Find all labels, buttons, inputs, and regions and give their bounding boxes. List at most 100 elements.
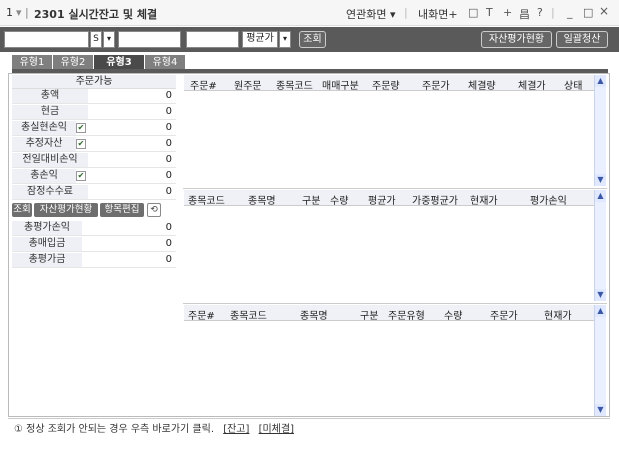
scroll-down-icon[interactable]: ▼ (595, 174, 606, 186)
unfilled-link[interactable]: [미체결] (259, 424, 294, 435)
col-order-no[interactable]: 주문# (190, 77, 217, 92)
col-avg-price[interactable]: 평균가 (368, 192, 396, 207)
col-code[interactable]: 종목코드 (230, 307, 267, 322)
value-day-pnl: 0 (165, 154, 172, 165)
col-side[interactable]: 구분 (302, 192, 320, 207)
add-icon[interactable]: + (503, 6, 512, 19)
total-pnl-checkbox[interactable]: ✔ (76, 171, 86, 181)
col-weighted-avg[interactable]: 가중평균가 (412, 192, 458, 207)
value-est-assets: 0 (165, 138, 172, 149)
settings-icon[interactable]: ⟲ (147, 203, 161, 217)
scroll-up-icon[interactable]: ▲ (595, 305, 606, 317)
status-footer: ① 정상 조회가 안되는 경우 우측 바로가기 클릭. [잔고] [미체결] (8, 418, 610, 440)
realized-pnl-checkbox[interactable]: ✔ (76, 123, 86, 133)
scroll-up-icon[interactable]: ▲ (595, 75, 606, 87)
summary-row-total-purchase: 총매입금 0 (12, 237, 176, 252)
label-realized-pnl: 총실현손익 (12, 121, 76, 135)
est-assets-checkbox[interactable]: ✔ (76, 139, 86, 149)
col-exec-qty[interactable]: 체결량 (468, 77, 496, 92)
password-input[interactable] (118, 31, 181, 48)
minimize-icon[interactable]: _ (567, 6, 573, 19)
col-name[interactable]: 종목명 (248, 192, 276, 207)
col-trade-type[interactable]: 매매구분 (322, 77, 359, 92)
tab-type2[interactable]: 유형2 (53, 55, 93, 70)
value-realized-pnl: 0 (165, 122, 172, 133)
help-icon[interactable]: ? (537, 6, 543, 19)
maximize-icon[interactable]: □ (583, 6, 593, 19)
summary-row-day-pnl: 전일대비손익 0 (12, 153, 176, 168)
grid-divider (183, 303, 607, 304)
col-name[interactable]: 종목명 (300, 307, 328, 322)
account-suffix-select[interactable]: S (90, 31, 102, 48)
executions-scrollbar[interactable]: ▲ ▼ (594, 75, 606, 186)
col-orig-order[interactable]: 원주문 (234, 77, 262, 92)
col-code[interactable]: 종목코드 (276, 77, 313, 92)
scroll-down-icon[interactable]: ▼ (595, 289, 606, 301)
tab-type3[interactable]: 유형3 (94, 55, 144, 70)
summary-row-est-fee: 잠정수수료 0 (12, 185, 176, 200)
col-order-no[interactable]: 주문# (188, 307, 215, 322)
screen-dropdown-icon[interactable]: ▾ | (16, 6, 29, 19)
tab-type1[interactable]: 유형1 (12, 55, 52, 70)
window-title: 2301 실시간잔고 및 체결 (34, 8, 158, 21)
orders-grid-header: 주문# 종목코드 종목명 구분 주문유형 수량 주문가 현재가 (184, 305, 594, 322)
print-icon[interactable]: 昌 (519, 6, 530, 22)
query-button[interactable]: 조회 (299, 31, 326, 48)
summary-row-cash: 현금 0 (12, 105, 176, 120)
price-type-select[interactable]: 평균가 (242, 31, 278, 48)
value-total-eval: 0 (165, 254, 172, 265)
code-input[interactable] (186, 31, 239, 48)
summary-row-total-eval: 총평가금 0 (12, 253, 176, 268)
col-current-price[interactable]: 현재가 (544, 307, 572, 322)
col-order-price[interactable]: 주문가 (422, 77, 450, 92)
col-qty[interactable]: 수량 (330, 192, 348, 207)
tab-type4[interactable]: 유형4 (145, 55, 185, 70)
my-screen-button[interactable]: 내화면+ (418, 6, 458, 22)
summary-row-total-eval-pnl: 총평가손익 0 (12, 221, 176, 236)
value-est-fee: 0 (165, 186, 172, 197)
left-panel-header: 주문가능 (12, 75, 176, 89)
label-total-eval-pnl: 총평가손익 (12, 221, 82, 235)
label-cash: 현금 (12, 105, 88, 119)
screen-number[interactable]: 1 (6, 6, 13, 19)
label-est-assets: 추정자산 (12, 137, 76, 151)
left-button-bar: 조회 자산평가현황 항목편집 ⟲ (12, 203, 176, 219)
col-status[interactable]: 상태 (564, 77, 582, 92)
divider: | (551, 6, 555, 19)
bulk-liquidate-button[interactable]: 일괄청산 (556, 31, 608, 48)
asset-eval-button[interactable]: 자산평가현황 (481, 31, 552, 48)
label-est-fee: 잠정수수료 (12, 185, 88, 199)
col-current-price[interactable]: 현재가 (470, 192, 498, 207)
scroll-down-icon[interactable]: ▼ (595, 404, 606, 416)
col-exec-price[interactable]: 체결가 (518, 77, 546, 92)
scroll-up-icon[interactable]: ▲ (595, 190, 606, 202)
linked-screen-menu[interactable]: 연관화면 ▾ (346, 6, 396, 22)
price-type-dropdown-icon[interactable]: ▾ (279, 31, 291, 48)
col-code[interactable]: 종목코드 (188, 192, 225, 207)
col-side[interactable]: 구분 (360, 307, 378, 322)
value-total-pnl: 0 (165, 170, 172, 181)
col-qty[interactable]: 수량 (444, 307, 462, 322)
orders-scrollbar[interactable]: ▲ ▼ (594, 305, 606, 416)
account-dropdown-icon[interactable]: ▾ (103, 31, 115, 48)
font-size-icon[interactable]: T (486, 6, 493, 19)
summary-row-total-pnl: 총손익 ✔ 0 (12, 169, 176, 184)
left-query-button[interactable]: 조회 (12, 203, 32, 217)
col-order-type[interactable]: 주문유형 (388, 307, 425, 322)
col-order-price[interactable]: 주문가 (490, 307, 518, 322)
edit-columns-button[interactable]: 항목편집 (100, 203, 144, 217)
balance-link[interactable]: [잔고] (223, 424, 249, 435)
title-bar: 1 ▾ | 2301 실시간잔고 및 체결 연관화면 ▾ | 내화면+ □ T … (0, 0, 619, 26)
holdings-scrollbar[interactable]: ▲ ▼ (594, 190, 606, 301)
window-mode-icon[interactable]: □ (468, 6, 478, 19)
close-icon[interactable]: × (599, 4, 609, 18)
value-total: 0 (165, 90, 172, 101)
col-eval-pnl[interactable]: 평가손익 (530, 192, 567, 207)
account-input[interactable] (4, 31, 89, 48)
executions-grid-header: 주문# 원주문 종목코드 매매구분 주문량 주문가 체결량 체결가 상태 (184, 75, 594, 92)
value-cash: 0 (165, 106, 172, 117)
left-asset-eval-button[interactable]: 자산평가현황 (34, 203, 98, 217)
holdings-grid-header: 종목코드 종목명 구분 수량 평균가 가중평균가 현재가 평가손익 (184, 190, 594, 207)
col-order-qty[interactable]: 주문량 (372, 77, 400, 92)
label-total-eval: 총평가금 (12, 253, 82, 267)
